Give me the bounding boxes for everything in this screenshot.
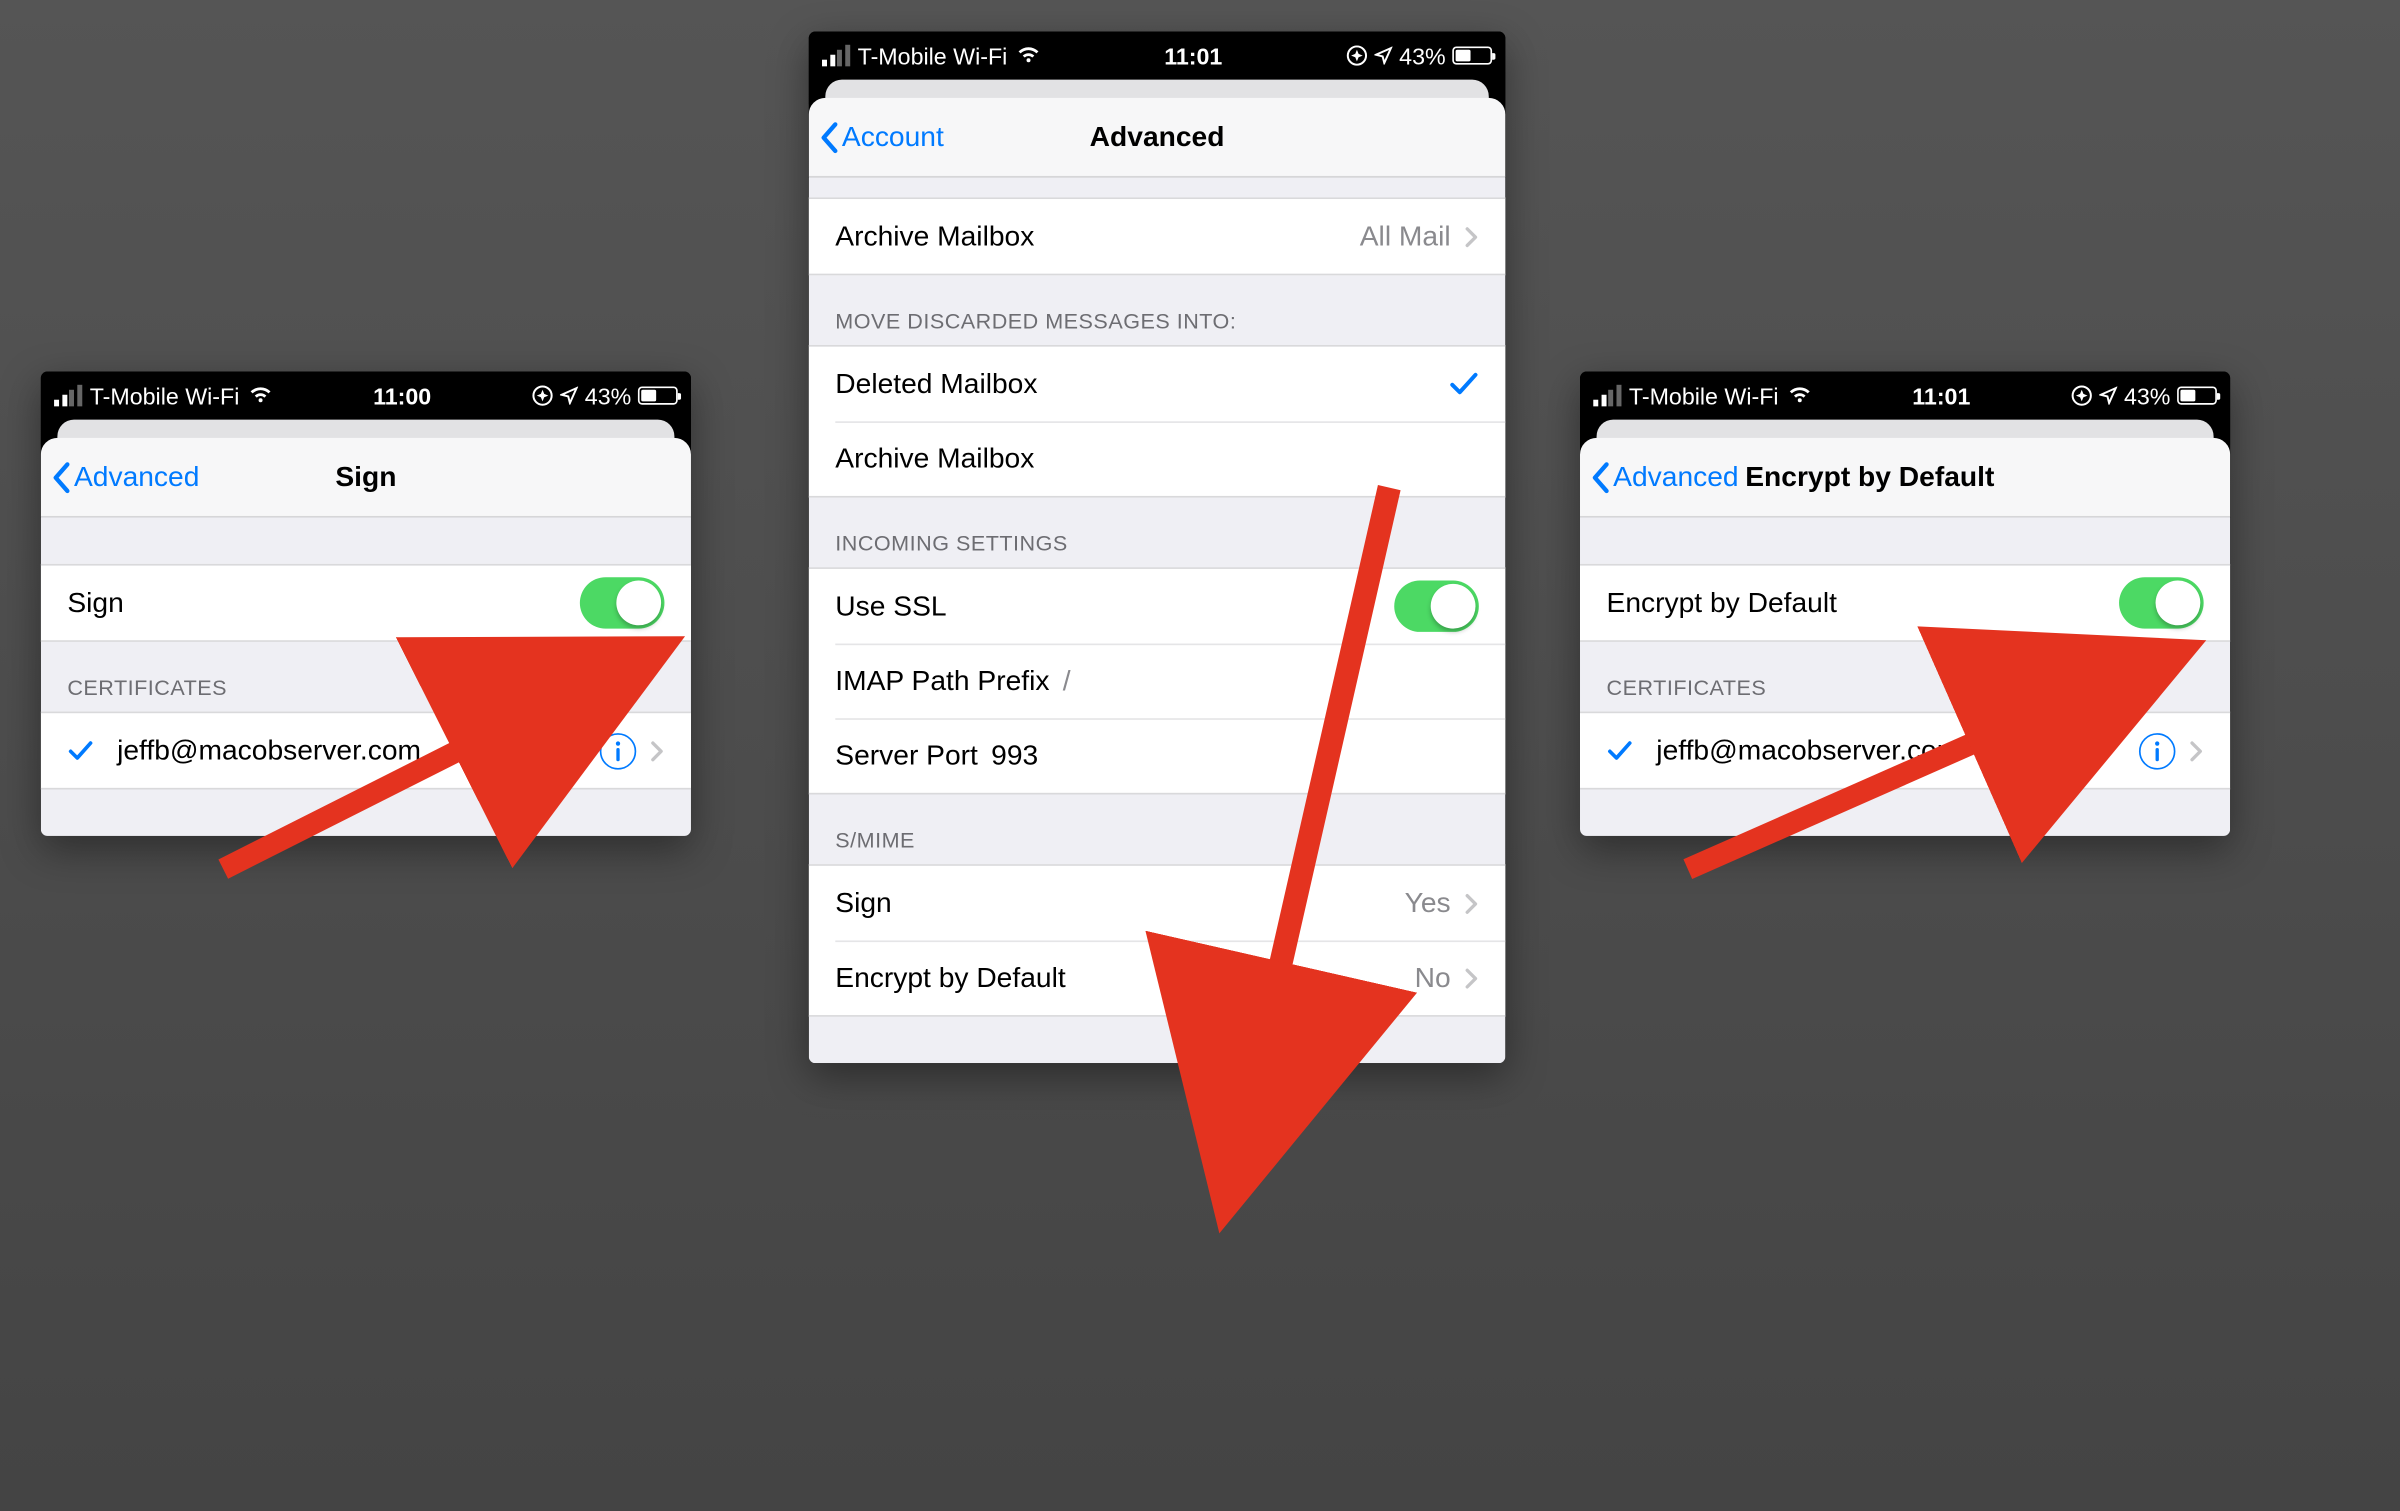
sign-toggle-row[interactable]: Sign (41, 566, 691, 641)
battery-pct: 43% (1399, 42, 1445, 69)
archive-mailbox-option-row[interactable]: Archive Mailbox (809, 421, 1506, 496)
wifi-icon (1787, 386, 1812, 404)
location-icon (560, 386, 578, 404)
status-bar: T-Mobile Wi-Fi 11:00 43% (41, 372, 691, 420)
nav-bar: Advanced Sign (41, 438, 691, 518)
sign-label: Sign (835, 887, 891, 920)
carrier-label: T-Mobile Wi-Fi (857, 42, 1007, 69)
phone-encrypt: T-Mobile Wi-Fi 11:01 43% Advanced Encryp… (1580, 372, 2230, 836)
page-title: Encrypt by Default (1745, 460, 1994, 493)
deleted-mailbox-row[interactable]: Deleted Mailbox (809, 347, 1506, 422)
imap-prefix-label: IMAP Path Prefix (835, 664, 1049, 697)
server-port-row[interactable]: Server Port 993 (809, 718, 1506, 793)
sign-value: Yes (1404, 887, 1450, 920)
checkmark-icon (1449, 372, 1479, 397)
certificates-header: CERTIFICATES (1580, 642, 2230, 712)
encrypt-label: Encrypt by Default (835, 961, 1065, 994)
carrier-label: T-Mobile Wi-Fi (1629, 382, 1779, 409)
battery-icon (2177, 386, 2217, 404)
port-label: Server Port (835, 739, 978, 772)
incoming-header: INCOMING SETTINGS (809, 498, 1506, 568)
time-label: 11:01 (1912, 382, 1970, 409)
wifi-icon (248, 386, 273, 404)
sign-toggle[interactable] (580, 577, 665, 628)
archive-option-label: Archive Mailbox (835, 442, 1034, 475)
encrypt-label: Encrypt by Default (1606, 586, 1836, 619)
location-icon (1374, 46, 1392, 64)
deleted-label: Deleted Mailbox (835, 367, 1037, 400)
signal-icon (1593, 385, 1620, 407)
chevron-right-icon (1464, 225, 1479, 248)
sign-label: Sign (67, 586, 123, 619)
location-icon (2099, 386, 2117, 404)
imap-prefix-value: / (1063, 664, 1071, 697)
back-button[interactable]: Advanced (1580, 460, 1739, 493)
smime-header: S/MIME (809, 794, 1506, 864)
chevron-right-icon (649, 739, 664, 762)
info-icon[interactable] (600, 732, 636, 768)
battery-icon (638, 386, 678, 404)
signal-icon (54, 385, 81, 407)
compass-icon (2071, 385, 2093, 407)
port-value: 993 (991, 739, 1038, 772)
certificates-header: CERTIFICATES (41, 642, 691, 712)
checkmark-icon (1606, 739, 1633, 762)
wifi-icon (1015, 46, 1040, 64)
battery-pct: 43% (585, 382, 631, 409)
nav-bar: Advanced Encrypt by Default (1580, 438, 2230, 518)
time-label: 11:00 (373, 382, 431, 409)
archive-mailbox-row[interactable]: Archive Mailbox All Mail (809, 199, 1506, 274)
back-button[interactable]: Account (809, 120, 944, 153)
certificate-email: jeffb@macobserver.com (117, 734, 421, 767)
ssl-toggle[interactable] (1394, 581, 1479, 632)
use-ssl-row[interactable]: Use SSL (809, 569, 1506, 644)
nav-bar: Account Advanced (809, 98, 1506, 178)
back-label: Advanced (1613, 460, 1738, 493)
phone-sign: T-Mobile Wi-Fi 11:00 43% Advanced Sign (41, 372, 691, 836)
discard-header: MOVE DISCARDED MESSAGES INTO: (809, 275, 1506, 345)
ssl-label: Use SSL (835, 590, 946, 623)
certificate-row[interactable]: jeffb@macobserver.com (41, 713, 691, 788)
compass-icon (1346, 45, 1368, 67)
back-button[interactable]: Advanced (41, 460, 200, 493)
signal-icon (822, 45, 849, 67)
imap-prefix-row[interactable]: IMAP Path Prefix / (809, 644, 1506, 719)
archive-label: Archive Mailbox (835, 220, 1034, 253)
status-bar: T-Mobile Wi-Fi 11:01 43% (809, 32, 1506, 80)
smime-sign-row[interactable]: Sign Yes (809, 866, 1506, 941)
compass-icon (532, 385, 554, 407)
battery-icon (1452, 46, 1492, 64)
status-bar: T-Mobile Wi-Fi 11:01 43% (1580, 372, 2230, 420)
archive-value: All Mail (1360, 220, 1451, 253)
certificate-email: jeffb@macobserver.com (1656, 734, 1960, 767)
certificate-row[interactable]: jeffb@macobserver.com (1580, 713, 2230, 788)
carrier-label: T-Mobile Wi-Fi (90, 382, 240, 409)
battery-pct: 43% (2124, 382, 2170, 409)
chevron-right-icon (1464, 892, 1479, 915)
time-label: 11:01 (1164, 42, 1222, 69)
phone-advanced: T-Mobile Wi-Fi 11:01 43% Account Advance… (809, 32, 1506, 1064)
checkmark-icon (67, 739, 94, 762)
chevron-right-icon (2189, 739, 2204, 762)
chevron-right-icon (1464, 966, 1479, 989)
back-label: Advanced (74, 460, 199, 493)
encrypt-toggle[interactable] (2119, 577, 2204, 628)
encrypt-value: No (1414, 961, 1450, 994)
back-label: Account (842, 120, 944, 153)
encrypt-toggle-row[interactable]: Encrypt by Default (1580, 566, 2230, 641)
info-icon[interactable] (2139, 732, 2175, 768)
smime-encrypt-row[interactable]: Encrypt by Default No (809, 940, 1506, 1015)
